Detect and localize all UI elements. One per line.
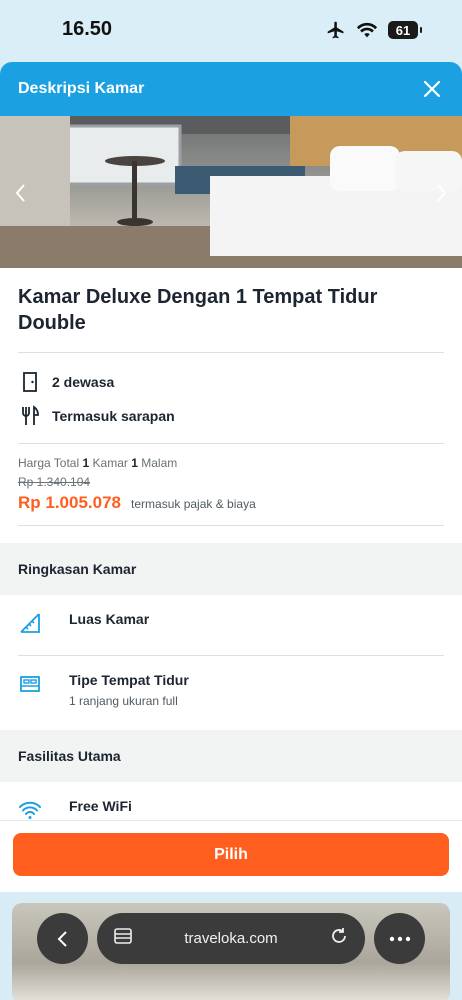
sheet-footer: Pilih [0,820,462,892]
nights-word: Malam [141,456,178,470]
browser-back-button[interactable] [37,913,88,964]
ruler-icon [18,611,42,635]
divider [18,352,444,353]
feature-label: 2 dewasa [52,374,115,390]
summary-heading: Ringkasan Kamar [0,543,462,595]
sheet-header: Deskripsi Kamar [0,62,462,116]
divider [18,525,444,526]
browser-url: traveloka.com [184,930,278,947]
page-menu-icon[interactable] [113,927,133,950]
door-icon [18,370,42,394]
facility-item-title: Free WiFi [69,798,132,814]
rooms-word: Kamar [92,456,128,470]
price-label-prefix: Harga Total [18,456,80,470]
previous-photo-icon[interactable] [10,182,32,204]
room-title: Kamar Deluxe Dengan 1 Tempat Tidur Doubl… [18,286,378,334]
next-photo-icon[interactable] [430,182,452,204]
more-icon [389,936,410,941]
status-icons: 61 [326,20,422,40]
status-bar: 16.50 61 [0,0,462,62]
facilities-heading: Fasilitas Utama [0,730,462,782]
room-photo [0,116,462,268]
feature-guests: 2 dewasa [18,365,444,399]
feature-breakfast: Termasuk sarapan [18,399,444,433]
room-description-sheet: Deskripsi Kamar Kamar Deluxe Dengan 1 Te… [0,62,462,892]
summary-item-subtitle: 1 ranjang ukuran full [69,694,178,708]
wifi-icon [356,22,378,38]
original-price: Rp 1.340.104 [18,475,91,489]
clock: 16.50 [62,18,113,40]
price-label: Harga Total 1 Kamar 1 Malam [18,456,444,470]
bed-icon [18,672,42,696]
close-icon[interactable] [420,77,444,101]
price-note: termasuk pajak & biaya [131,497,256,511]
summary-item-title: Luas Kamar [69,611,150,627]
airplane-icon [327,21,344,39]
rooms-count: 1 [82,456,90,470]
feature-list: 2 dewasa Termasuk sarapan [18,365,444,433]
sheet-title: Deskripsi Kamar [18,80,145,97]
cutlery-icon [18,404,42,428]
chevron-left-icon [57,930,67,947]
select-button[interactable]: Pilih [13,833,449,876]
feature-label: Termasuk sarapan [52,408,175,424]
summary-item-title: Tipe Tempat Tidur [69,672,189,688]
battery-indicator: 61 [388,21,422,39]
price-row: Rp 1.005.078 termasuk pajak & biaya [18,493,444,513]
reload-icon[interactable] [329,926,349,951]
room-details: Kamar Deluxe Dengan 1 Tempat Tidur Doubl… [0,284,462,526]
browser-more-button[interactable] [374,913,425,964]
divider [18,443,444,444]
nights-count: 1 [131,456,138,470]
wifi-icon [18,798,42,822]
room-photo-illustration [0,116,462,268]
browser-address-bar[interactable]: traveloka.com [97,913,365,964]
summary-item-bed-type: Tipe Tempat Tidur 1 ranjang ukuran full [0,656,462,730]
final-price: Rp 1.005.078 [18,493,122,512]
summary-item-room-size: Luas Kamar [0,595,462,655]
